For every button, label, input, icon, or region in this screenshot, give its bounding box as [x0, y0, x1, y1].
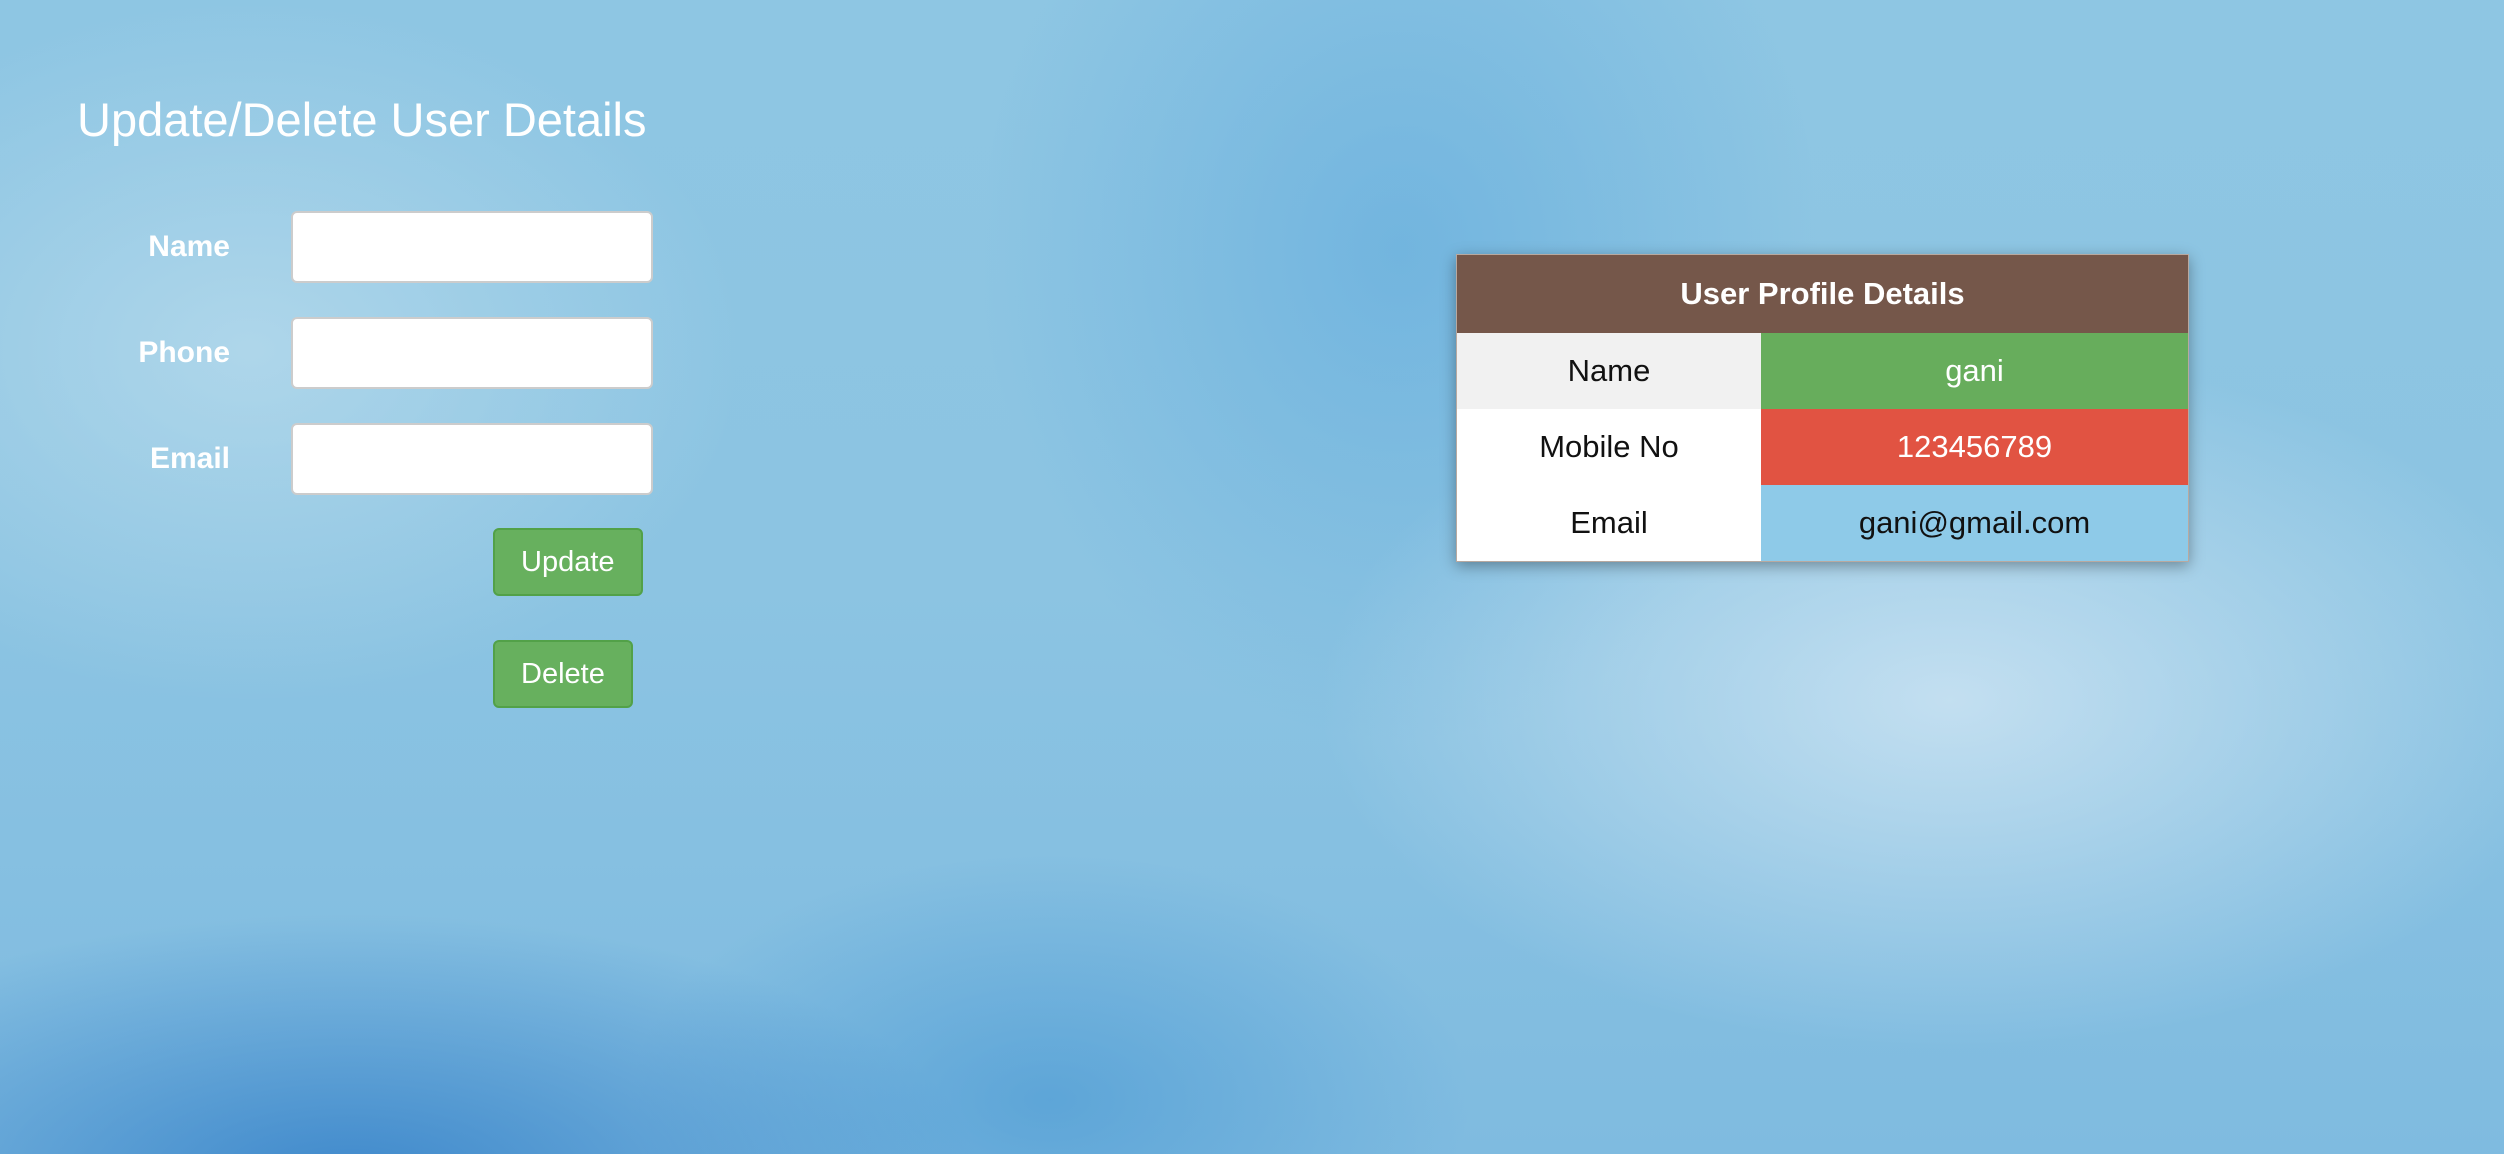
- phone-label: Phone: [138, 336, 230, 369]
- profile-email-value: gani@gmail.com: [1761, 485, 2188, 561]
- profile-row-email: Email gani@gmail.com: [1457, 485, 2188, 561]
- profile-table-title: User Profile Details: [1457, 255, 2188, 333]
- user-profile-table: User Profile Details Name gani Mobile No…: [1457, 255, 2188, 561]
- update-button[interactable]: Update: [493, 528, 643, 596]
- email-label: Email: [149, 442, 230, 475]
- profile-name-value: gani: [1761, 333, 2188, 409]
- user-profile-card: User Profile Details Name gani Mobile No…: [1456, 254, 2189, 562]
- profile-header-row: User Profile Details: [1457, 255, 2188, 333]
- profile-name-label: Name: [1457, 333, 1761, 409]
- delete-button[interactable]: Delete: [493, 640, 633, 708]
- email-input[interactable]: [291, 423, 653, 495]
- profile-mobile-label: Mobile No: [1457, 409, 1761, 485]
- phone-input[interactable]: [291, 317, 653, 389]
- name-label: Name: [148, 230, 230, 263]
- profile-row-mobile: Mobile No 123456789: [1457, 409, 2188, 485]
- page-title: Update/Delete User Details: [77, 93, 647, 146]
- profile-mobile-value: 123456789: [1761, 409, 2188, 485]
- profile-row-name: Name gani: [1457, 333, 2188, 409]
- name-input[interactable]: [291, 211, 653, 283]
- profile-email-label: Email: [1457, 485, 1761, 561]
